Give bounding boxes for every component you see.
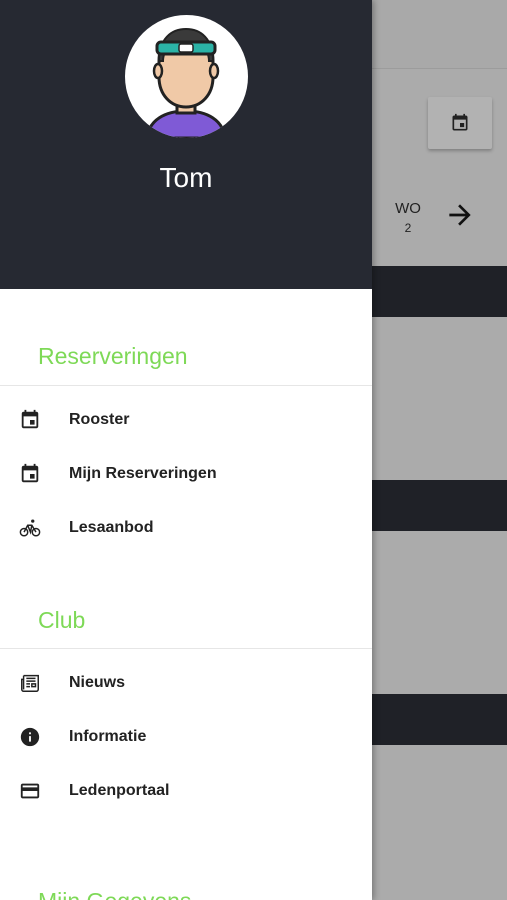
user-name: Tom: [159, 162, 213, 193]
navigation-drawer: Tom Reserveringen Rooster Mijn Reserveri…: [0, 0, 372, 900]
menu-item-label: Nieuws: [69, 674, 126, 691]
calendar-icon: [19, 409, 41, 431]
day-selector[interactable]: WO 2: [388, 200, 428, 235]
menu-item-informatie[interactable]: Informatie: [0, 710, 372, 764]
menu-item-label: Ledenportaal: [69, 782, 170, 799]
menu-item-label: Mijn Reserveringen: [69, 465, 217, 482]
menu-item-mijn-reserveringen[interactable]: Mijn Reserveringen: [0, 447, 372, 501]
menu-item-label: Lesaanbod: [69, 519, 154, 536]
drawer-header: Tom: [0, 0, 372, 289]
bicycle-icon: [19, 517, 41, 539]
calendar-icon: [452, 113, 468, 131]
credit-card-icon: [19, 780, 41, 802]
avatar[interactable]: [125, 15, 248, 138]
day-name: WO: [395, 200, 421, 217]
info-icon: [19, 726, 41, 748]
section-title-club: Club: [38, 607, 86, 633]
menu-item-nieuws[interactable]: Nieuws: [0, 656, 372, 710]
menu-item-label: Informatie: [69, 728, 147, 745]
menu-item-ledenportaal[interactable]: Ledenportaal: [0, 764, 372, 818]
section-title-reserveringen: Reserveringen: [38, 343, 188, 369]
section-title-mijn-gegevens: Mijn Gegevens: [0, 888, 372, 900]
newspaper-icon: [19, 672, 41, 694]
avatar-illustration: [145, 27, 227, 138]
calendar-icon: [19, 463, 41, 485]
menu-item-rooster[interactable]: Rooster: [0, 393, 372, 447]
menu-item-label: Rooster: [69, 411, 130, 428]
day-number: 2: [404, 221, 412, 235]
calendar-button[interactable]: [428, 97, 492, 149]
arrow-right-icon[interactable]: [444, 199, 476, 231]
menu-item-lesaanbod[interactable]: Lesaanbod: [0, 501, 372, 555]
